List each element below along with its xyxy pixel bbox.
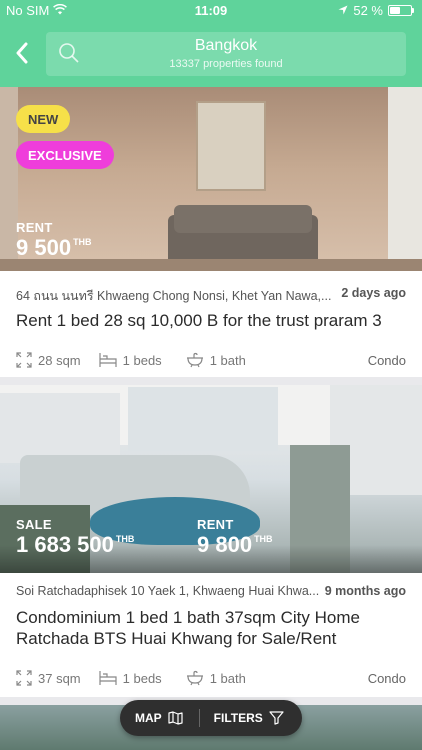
rent-price: RENT 9 500 THB (16, 220, 92, 261)
listing-photo[interactable]: SALE 1 683 500 THB RENT 9 800 THB (0, 385, 422, 573)
baths-value: 1 bath (209, 352, 246, 368)
listing-meta: 28 sqm 1 beds 1 bath Condo (16, 349, 406, 371)
price-currency: THB (254, 534, 273, 544)
bed-icon (99, 353, 117, 367)
area-value: 37 sqm (38, 670, 81, 686)
page: No SIM 11:09 52 % Bangkok 13337 properti… (0, 0, 422, 750)
search-box[interactable]: Bangkok 13337 properties found (46, 32, 406, 76)
area-info: 37 sqm (16, 670, 81, 686)
listing-title[interactable]: Rent 1 bed 28 sq 10,000 B for the trust … (16, 310, 408, 331)
area-info: 28 sqm (16, 352, 81, 368)
listing-address: Soi Ratchadaphisek 10 Yaek 1, Khwaeng Hu… (16, 584, 320, 598)
listing-address: 64 ถนน นนทรี Khwaeng Chong Nonsi, Khet Y… (16, 289, 332, 303)
map-button[interactable]: MAP (120, 700, 199, 736)
header: No SIM 11:09 52 % Bangkok 13337 properti… (0, 0, 422, 87)
map-icon (168, 711, 183, 725)
listing-card[interactable]: SALE 1 683 500 THB RENT 9 800 THB Soi Ra… (0, 385, 422, 697)
listing-meta: 37 sqm 1 beds 1 bath Condo (16, 667, 406, 689)
price-currency: THB (115, 534, 135, 544)
listing-title-line: Condominium 1 bed 1 bath 37sqm City Home (16, 608, 360, 627)
beds-info: 1 beds (99, 670, 162, 686)
filters-button[interactable]: FILTERS (200, 700, 284, 736)
area-value: 28 sqm (38, 352, 81, 368)
property-type: Condo (367, 670, 406, 686)
bath-icon (186, 670, 203, 686)
baths-info: 1 bath (186, 670, 246, 686)
property-type: Condo (367, 352, 406, 368)
exclusive-badge: EXCLUSIVE (16, 141, 114, 169)
listing-card[interactable]: NEW EXCLUSIVE RENT 9 500 THB 64 ถนน นนทร… (0, 87, 422, 377)
rent-price: RENT 9 800 THB (197, 517, 273, 558)
bottom-action-bar: MAP FILTERS (120, 700, 302, 736)
listing-title[interactable]: Condominium 1 bed 1 bath 37sqm City Home… (16, 607, 408, 649)
battery-label: 52 % (353, 3, 383, 18)
baths-value: 1 bath (209, 670, 246, 686)
listing-age: 2 days ago (341, 286, 406, 300)
price-value: 9 500 (16, 235, 72, 260)
back-button[interactable] (10, 38, 34, 68)
beds-value: 1 beds (122, 670, 162, 686)
price-value: 1 683 500 (16, 532, 114, 557)
beds-value: 1 beds (122, 352, 162, 368)
location-arrow-icon (338, 3, 348, 18)
results-count: 13337 properties found (169, 58, 283, 70)
area-icon (16, 670, 32, 686)
price-label: RENT (16, 220, 53, 235)
listing-age: 9 months ago (324, 584, 406, 598)
map-label: MAP (135, 711, 162, 725)
search-location-title: Bangkok (194, 37, 258, 54)
battery-icon (388, 5, 414, 16)
new-badge: NEW (16, 105, 71, 133)
bed-icon (99, 671, 117, 685)
price-currency: THB (73, 237, 92, 247)
price-label: SALE (16, 517, 52, 532)
status-right: 52 % (338, 3, 414, 18)
beds-info: 1 beds (99, 352, 162, 368)
bath-icon (186, 352, 203, 368)
listing-title-line: Ratchada BTS Huai Khwang for Sale/Rent (16, 629, 337, 648)
price-label: RENT (197, 517, 234, 532)
filter-icon (269, 711, 284, 725)
status-bar: No SIM 11:09 52 % (0, 0, 422, 22)
listing-photo[interactable]: NEW EXCLUSIVE RENT 9 500 THB (0, 87, 422, 271)
baths-info: 1 bath (186, 352, 246, 368)
sale-price: SALE 1 683 500 THB (16, 517, 134, 558)
area-icon (16, 352, 32, 368)
filters-label: FILTERS (213, 711, 263, 725)
back-chevron-icon (16, 42, 28, 64)
price-value: 9 800 (197, 532, 253, 557)
